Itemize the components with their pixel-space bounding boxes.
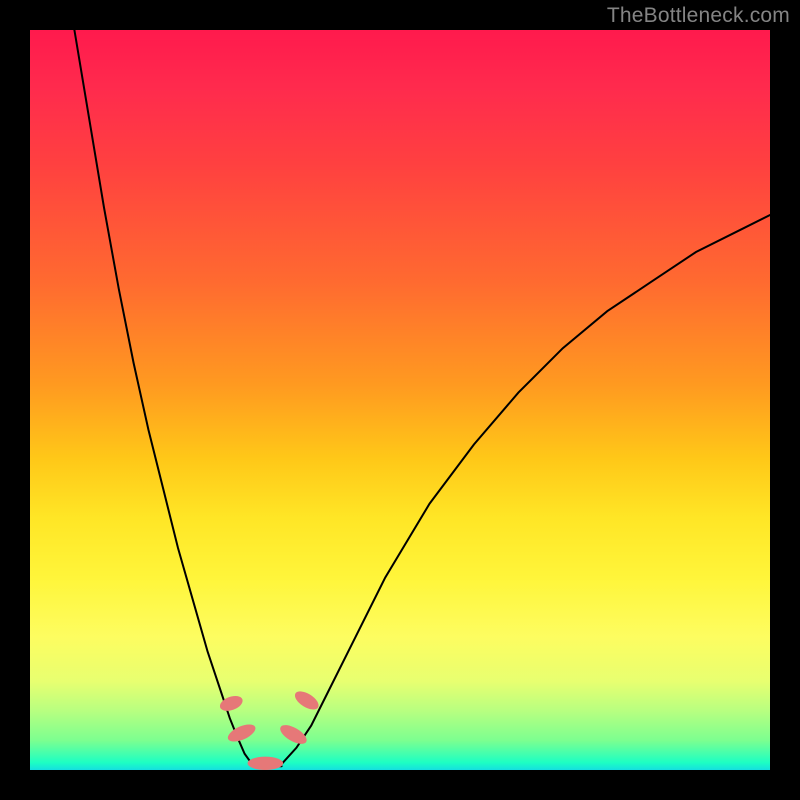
- plot-area: [30, 30, 770, 770]
- series-left-branch: [74, 30, 252, 764]
- marker-cluster-left-lower: [225, 721, 257, 745]
- marker-trough-blob: [248, 757, 284, 770]
- series-right-branch: [282, 215, 770, 764]
- plot-svg: [30, 30, 770, 770]
- series-group: [74, 30, 770, 766]
- watermark-text: TheBottleneck.com: [607, 4, 790, 28]
- marker-cluster-right-upper: [292, 688, 322, 713]
- chart-frame: TheBottleneck.com: [0, 0, 800, 800]
